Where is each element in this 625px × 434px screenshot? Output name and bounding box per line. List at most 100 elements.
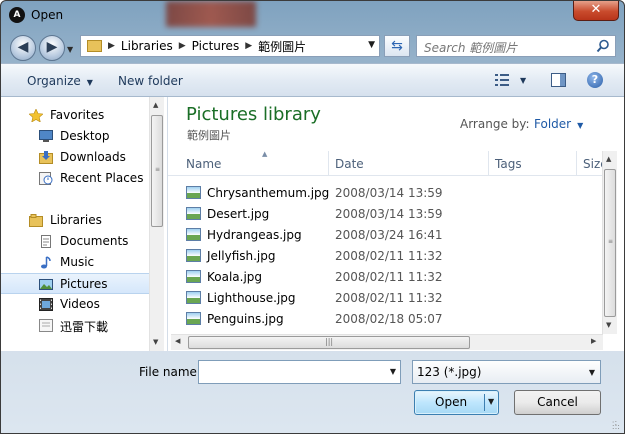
cancel-button[interactable]: Cancel	[514, 390, 601, 415]
open-options-dropdown-icon[interactable]: ▼	[488, 397, 494, 406]
breadcrumb-libraries[interactable]: Libraries	[121, 39, 173, 53]
table-row[interactable]: Penguins.jpg 2008/02/18 05:07	[186, 309, 606, 330]
refresh-button[interactable]: ⇆	[384, 35, 410, 57]
nav-item-videos[interactable]: Videos	[1, 294, 149, 315]
nav-item-music[interactable]: Music	[1, 252, 149, 273]
scroll-right-icon[interactable]: ▶	[591, 337, 596, 345]
nav-item-thunder-downloads[interactable]: 迅雷下載	[1, 315, 149, 336]
file-type-select[interactable]: 123 (*.jpg) ▼	[412, 360, 601, 384]
column-date[interactable]: Date	[329, 151, 489, 175]
column-date-label: Date	[335, 157, 364, 171]
nav-pane-scrollbar[interactable]: ▲ ≡ ▼	[149, 97, 164, 351]
chevron-down-icon: ▼	[577, 121, 584, 130]
chevron-right-icon[interactable]: ▶	[245, 41, 252, 51]
close-button[interactable]: ✕	[573, 1, 619, 21]
jpg-file-icon	[186, 270, 201, 283]
nav-item-pictures[interactable]: Pictures	[1, 273, 149, 294]
scroll-down-icon[interactable]: ▼	[153, 338, 158, 346]
file-list-vertical-thumb[interactable]: ≡	[604, 169, 616, 317]
table-row[interactable]: Koala.jpg 2008/02/11 11:32	[186, 267, 606, 288]
help-icon[interactable]: ?	[587, 72, 603, 88]
nav-favorites-label: Favorites	[50, 108, 105, 122]
file-date: 2008/03/14 13:59	[335, 207, 443, 221]
window-title: Open	[31, 8, 64, 22]
nav-item-desktop[interactable]: Desktop	[1, 126, 149, 147]
open-button[interactable]: Open ▼	[414, 390, 499, 415]
nav-item-downloads[interactable]: Downloads	[1, 147, 149, 168]
column-tags[interactable]: Tags	[489, 151, 577, 175]
file-date: 2008/02/11 11:32	[335, 270, 443, 284]
file-list-horizontal-thumb[interactable]: |||	[188, 336, 470, 349]
downloads-icon	[39, 151, 53, 164]
arrange-by-dropdown[interactable]: Folder ▼	[534, 117, 583, 131]
refresh-icon: ⇆	[391, 38, 403, 54]
table-row[interactable]: Desert.jpg 2008/03/14 13:59	[186, 204, 606, 225]
nav-libraries-header[interactable]: Libraries	[1, 210, 149, 231]
forward-button[interactable]: ▶	[39, 35, 65, 61]
jpg-file-icon	[186, 291, 201, 304]
column-name[interactable]: ▲ Name	[180, 150, 329, 175]
star-icon	[29, 109, 43, 122]
file-name-label: File name:	[139, 365, 201, 379]
nav-item-recent-places[interactable]: Recent Places	[1, 168, 149, 189]
search-input[interactable]: Search 範例圖片	[416, 35, 616, 57]
preview-pane-icon[interactable]	[551, 73, 566, 87]
address-row: ◀ ▶ ▼ ▶ Libraries ▶ Pictures ▶ 範例圖片 ▼ ⇆ …	[1, 31, 624, 63]
navigation-pane: Favorites Desktop Downloads Recent Place…	[1, 97, 168, 351]
view-options-icon[interactable]	[495, 74, 509, 86]
scroll-up-icon[interactable]: ▲	[153, 101, 158, 109]
table-row[interactable]: Hydrangeas.jpg 2008/03/24 16:41	[186, 225, 606, 246]
nav-documents-label: Documents	[60, 234, 129, 248]
table-row[interactable]: Lighthouse.jpg 2008/02/11 11:32	[186, 288, 606, 309]
folder-icon	[39, 319, 53, 332]
libraries-icon	[29, 214, 43, 227]
nav-desktop-label: Desktop	[60, 129, 110, 143]
search-icon[interactable]	[596, 39, 610, 53]
back-button[interactable]: ◀	[10, 35, 36, 61]
scroll-left-icon[interactable]: ◀	[175, 337, 180, 345]
grip-icon: ≡	[155, 166, 161, 173]
title-bar[interactable]: A Open ✕	[1, 1, 624, 31]
file-name: Chrysanthemum.jpg	[207, 186, 330, 200]
file-name: Penguins.jpg	[207, 312, 284, 326]
jpg-file-icon	[186, 186, 201, 199]
nav-thunder-downloads-label: 迅雷下載	[60, 320, 109, 334]
chevron-right-icon[interactable]: ▶	[179, 41, 186, 51]
nav-downloads-label: Downloads	[60, 150, 126, 164]
file-name: Hydrangeas.jpg	[207, 228, 302, 242]
scroll-down-icon[interactable]: ▼	[606, 321, 611, 329]
file-list-horizontal-scrollbar[interactable]: ◀ ||| ▶	[171, 334, 603, 350]
file-date: 2008/02/11 11:32	[335, 249, 443, 263]
arrange-by-label: Arrange by:	[460, 117, 530, 131]
app-logo-icon: A	[9, 7, 25, 23]
table-row[interactable]: Chrysanthemum.jpg 2008/03/14 13:59	[186, 183, 606, 204]
column-name-label: Name	[186, 157, 222, 171]
address-dropdown-icon[interactable]: ▼	[368, 40, 375, 50]
nav-item-documents[interactable]: Documents	[1, 231, 149, 252]
new-folder-button[interactable]: New folder	[118, 74, 183, 88]
resize-grip-icon[interactable]: ·::::	[612, 419, 620, 431]
recent-locations-dropdown[interactable]: ▼	[67, 45, 73, 54]
desktop-icon	[39, 130, 53, 142]
breadcrumb-pictures[interactable]: Pictures	[192, 39, 240, 53]
nav-favorites-header[interactable]: Favorites	[1, 105, 149, 126]
file-name-dropdown-icon[interactable]: ▼	[390, 367, 396, 376]
view-dropdown-icon[interactable]: ▼	[520, 76, 526, 85]
arrange-by-value: Folder	[534, 117, 572, 131]
column-tags-label: Tags	[495, 157, 522, 171]
organize-button[interactable]: Organize ▼	[27, 74, 93, 88]
music-icon	[41, 256, 51, 269]
nav-music-label: Music	[60, 255, 95, 269]
breadcrumb-sample-pictures[interactable]: 範例圖片	[258, 38, 306, 55]
recent-places-icon	[39, 172, 53, 185]
table-row[interactable]: Jellyfish.jpg 2008/02/11 11:32	[186, 246, 606, 267]
address-bar[interactable]: ▶ Libraries ▶ Pictures ▶ 範例圖片 ▼	[80, 35, 380, 57]
nav-pane-scroll-thumb[interactable]: ≡	[151, 115, 163, 227]
chevron-right-icon[interactable]: ▶	[108, 41, 115, 51]
organize-label: Organize	[27, 74, 81, 88]
scroll-up-icon[interactable]: ▲	[606, 155, 611, 163]
sort-ascending-icon: ▲	[262, 150, 268, 158]
file-name-input[interactable]: ▼	[198, 360, 401, 384]
file-date: 2008/03/24 16:41	[335, 228, 443, 242]
file-list-vertical-scrollbar[interactable]: ▲ ≡ ▼	[602, 151, 617, 334]
